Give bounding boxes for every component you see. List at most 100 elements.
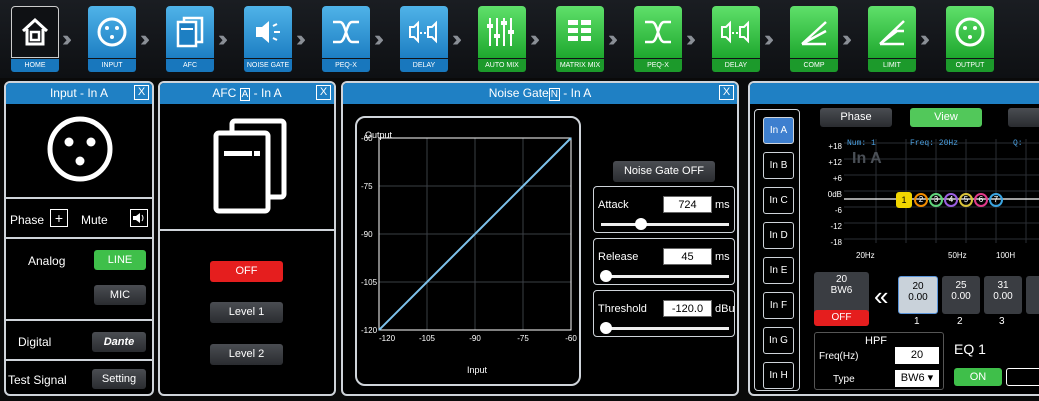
hp-type: BW6 [830,285,853,296]
input-panel-header: Input - In A X [6,83,152,104]
toolbar-home[interactable]: HOME [11,6,59,72]
toolbar-peq-x[interactable]: PEQ-X [322,6,370,72]
delay-icon [400,6,448,58]
noise-gate-off-button[interactable]: Noise Gate OFF [613,161,715,182]
extra-button[interactable] [1008,108,1039,127]
eq-marker[interactable]: 3 [929,193,943,207]
eq-marker[interactable]: 1 [896,192,912,208]
divider [6,319,152,321]
limiter-icon [868,6,916,58]
band-4[interactable] [1026,276,1039,314]
toolbar-comp[interactable]: COMP [790,6,838,72]
eq-graph[interactable]: Num: 1 Freq: 20Hz Q: In A +18 +12 +6 0dB… [816,131,1039,263]
noise-gate-curve[interactable]: -120 -105 -90 -75 -60 -60 -75 -90 -105 -120 [357,118,579,384]
mic-button[interactable]: MIC [94,285,146,305]
chevron-right-icon: ››› [920,26,930,51]
eq-section-title: EQ 1 [954,341,986,357]
divider [6,359,152,361]
db-tick: +12 [828,158,842,167]
band-num: 3 [999,316,1005,327]
dante-button[interactable]: Dante [92,332,146,352]
toolbar-label: INPUT [88,59,136,72]
toolbar-delay-2[interactable]: DELAY [712,6,760,72]
close-icon[interactable]: X [719,85,734,100]
matrix-icon [556,6,604,58]
compressor-icon [790,6,838,58]
eq-marker[interactable]: 2 [914,193,928,207]
toolbar-afc[interactable]: AFC [166,6,214,72]
eq-marker[interactable]: 5 [959,193,973,207]
toolbar-label: DELAY [712,59,760,72]
threshold-unit: dBu [715,303,735,315]
release-unit: ms [715,251,730,263]
phase-button[interactable]: Phase [820,108,892,127]
chevron-right-icon: ››› [608,26,618,51]
hp-off-button[interactable]: OFF [814,310,869,326]
band-gain: 0.00 [993,291,1013,302]
toolbar-input[interactable]: INPUT [88,6,136,72]
tab-in-c[interactable]: In C [763,187,794,214]
eq-marker[interactable]: 4 [944,193,958,207]
threshold-input[interactable]: -120.0 [663,300,712,317]
setting-button[interactable]: Setting [92,369,146,389]
slider-knob[interactable] [599,270,612,282]
toolbar-output[interactable]: OUTPUT [946,6,994,72]
toolbar-label: HOME [11,59,59,72]
mute-label: Mute [81,213,108,227]
tab-in-g[interactable]: In G [763,327,794,354]
line-button[interactable]: LINE [94,250,146,270]
level1-button[interactable]: Level 1 [210,302,283,323]
toolbar-matrix-mix[interactable]: MATRIX MIX [556,6,604,72]
slider-knob[interactable] [599,322,612,334]
toolbar-label: DELAY [400,59,448,72]
band-1[interactable]: 20 0.00 [898,276,938,314]
eq-off-button[interactable] [1006,368,1039,386]
attack-input[interactable]: 724 [663,196,712,213]
close-icon[interactable]: X [316,85,331,100]
phase-button[interactable]: + [50,209,68,227]
close-icon[interactable]: X [134,85,149,100]
release-slider[interactable] [599,270,729,282]
freq-tick: 20Hz [856,251,875,260]
eq-marker[interactable]: 7 [989,193,1003,207]
threshold-slider[interactable] [599,322,729,334]
eq-on-button[interactable]: ON [954,368,1002,386]
mute-button[interactable] [130,209,148,227]
chevron-left-icon[interactable]: « [874,281,888,312]
freq-readout: Freq: 20Hz [910,139,959,148]
x-tick-label: -105 [419,334,436,343]
toolbar-auto-mix[interactable]: AUTO MIX [478,6,526,72]
hp-freq: 20 [835,274,848,285]
chevron-right-icon: ››› [62,26,72,51]
x-tick-label: -120 [379,334,396,343]
release-input[interactable]: 45 [663,248,712,265]
hpf-type-select[interactable]: BW6 ▾ [895,370,939,387]
x-tick-label: -90 [469,334,481,343]
db-tick: 0dB [827,190,842,199]
panel-badge: N [548,88,560,101]
band-3[interactable]: 31 0.00 [984,276,1022,314]
band-gain: 0.00 [908,292,928,303]
toolbar-delay[interactable]: DELAY [400,6,448,72]
tab-in-e[interactable]: In E [763,257,794,284]
level2-button[interactable]: Level 2 [210,344,283,365]
toolbar-label: PEQ-X [322,59,370,72]
tab-in-f[interactable]: In F [763,292,794,319]
slider-knob[interactable] [635,218,648,230]
view-button[interactable]: View [910,108,982,127]
tab-in-b[interactable]: In B [763,152,794,179]
tab-in-h[interactable]: In H [763,362,794,389]
tab-in-a[interactable]: In A [763,117,794,144]
hpf-freq-input[interactable]: 20 [895,347,939,364]
attack-slider[interactable] [601,218,729,230]
toolbar-noise-gate[interactable]: NOISE GATE [244,6,292,72]
tab-in-d[interactable]: In D [763,222,794,249]
eq-marker[interactable]: 6 [974,193,988,207]
band-2[interactable]: 25 0.00 [942,276,980,314]
toolbar-peq-x-2[interactable]: PEQ-X [634,6,682,72]
afc-off-button[interactable]: OFF [210,261,283,282]
chevron-right-icon: ››› [218,26,228,51]
divider [6,197,152,199]
toolbar-limit[interactable]: LIMIT [868,6,916,72]
type-label: Type [833,374,855,385]
